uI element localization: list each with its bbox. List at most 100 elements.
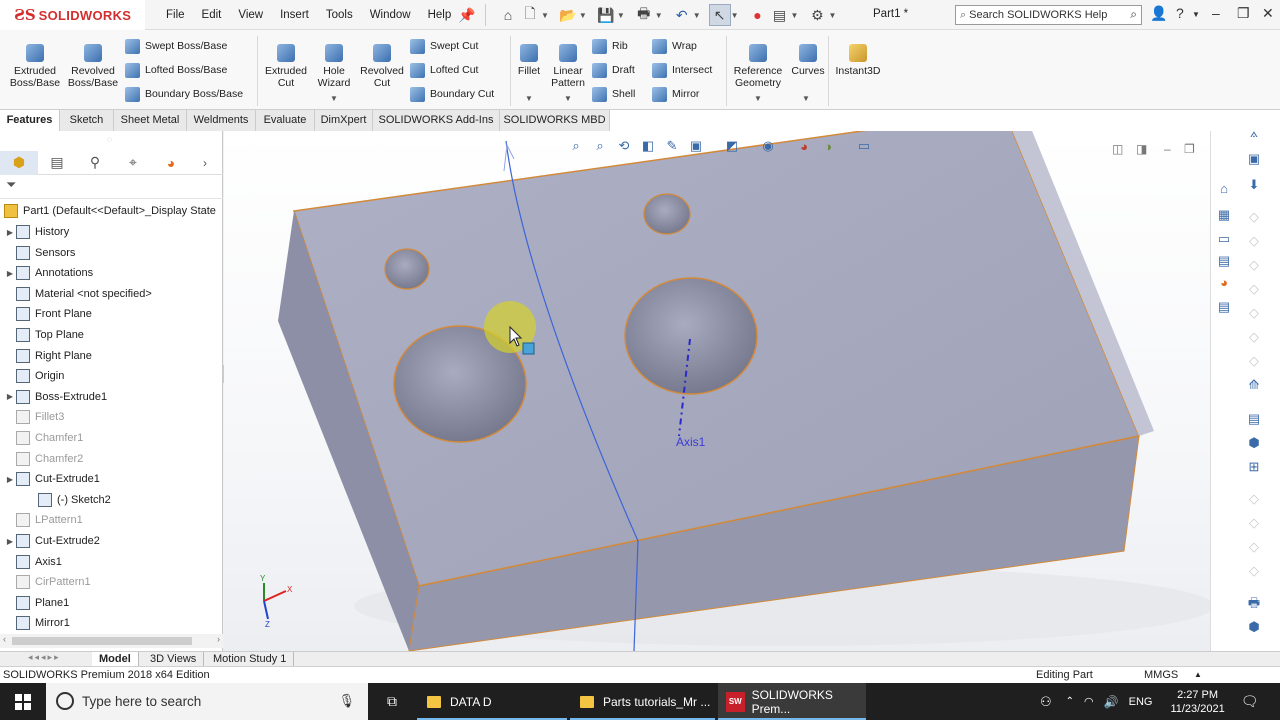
tab-sketch[interactable]: Sketch [60, 110, 114, 131]
user-icon[interactable]: 👤 [1150, 5, 1167, 22]
shortcut-magnet-icon[interactable]: ⟑ [1245, 125, 1263, 141]
file-explorer-icon[interactable]: ▭ [1215, 231, 1233, 247]
view-settings-icon[interactable]: ▭ [852, 138, 876, 154]
zoom-to-area-icon[interactable]: ⌕ [588, 138, 612, 154]
tree-item[interactable]: Material <not specified> [4, 284, 152, 304]
expand-arrow-icon[interactable]: ▶ [4, 475, 16, 484]
search-icon[interactable]: ⌕ [1130, 7, 1137, 22]
units-dropdown-icon[interactable]: ▲ [1194, 667, 1202, 683]
tray-chevron-icon[interactable]: ⌃ [1066, 696, 1074, 707]
undo-icon[interactable]: ↶ [671, 4, 693, 26]
large-hole-right[interactable] [624, 277, 758, 395]
print-dropdown-icon[interactable]: ▼ [655, 11, 663, 20]
menu-view[interactable]: View [238, 9, 263, 21]
section-view-icon[interactable]: ◧ [636, 138, 660, 154]
microphone-icon[interactable]: 🎙 [338, 693, 355, 709]
tree-item[interactable]: LPattern1 [4, 510, 83, 530]
view-orientation-icon[interactable]: ▣ [684, 138, 708, 154]
tree-item[interactable]: ▶ Boss-Extrude1 [4, 387, 107, 407]
shortcut-grid-icon[interactable]: ⊞ [1245, 459, 1263, 475]
shortcut-view-icon[interactable]: ▣ [1245, 151, 1263, 167]
tab-sheet-metal[interactable]: Sheet Metal [114, 110, 187, 131]
tree-root-part[interactable]: Part1 (Default<<Default>_Display State [4, 201, 216, 221]
axis1-label[interactable]: Axis1 [676, 435, 705, 449]
help-icon[interactable]: ? [1176, 5, 1184, 21]
tree-item[interactable]: ▶ Cut-Extrude1 [4, 469, 100, 489]
wrap-button[interactable]: Wrap [652, 36, 697, 56]
scroll-right-icon[interactable]: › [217, 634, 220, 644]
panel-grip-icon[interactable]: ◌ [107, 135, 112, 144]
solidworks-logo[interactable]: ƧS SOLIDWORKS [0, 0, 145, 30]
close-icon[interactable]: ✕ [1262, 5, 1274, 22]
rib-button[interactable]: Rib [592, 36, 628, 56]
custom-properties-icon[interactable]: ▤ [1215, 299, 1233, 315]
tab-dimxpert[interactable]: DimXpert [315, 110, 373, 131]
zoom-to-fit-icon[interactable]: ⌕ [564, 138, 588, 154]
graphics-viewport[interactable]: Y X Z Axis1 ⌕ ⌕ ⟲ ◧ ✎ ▣ ◩ ◉ ◕ ◑ ▭ ◫ ◨ – … [224, 131, 1210, 651]
tree-item[interactable]: Chamfer1 [4, 428, 83, 448]
dimxpert-manager-tab-icon[interactable]: ⌖ [114, 151, 152, 175]
tab-evaluate[interactable]: Evaluate [256, 110, 315, 131]
small-hole-right[interactable] [643, 193, 691, 235]
viewport-tile-right-icon[interactable]: ◨ [1136, 142, 1147, 156]
tree-item[interactable]: ▶ Cut-Extrude2 [4, 531, 100, 551]
curves-dropdown-icon[interactable]: ▼ [802, 94, 810, 103]
intersect-button[interactable]: Intersect [652, 60, 712, 80]
menu-window[interactable]: Window [370, 9, 411, 21]
hole-wizard-dropdown-icon[interactable]: ▼ [330, 94, 338, 103]
tree-item[interactable]: Fillet3 [4, 407, 64, 427]
select-arrow-icon[interactable]: ↖ [708, 4, 731, 26]
lofted-boss-button[interactable]: Lofted Boss/Base [125, 60, 227, 80]
options-dropdown-icon[interactable]: ▼ [828, 11, 836, 20]
new-document-icon[interactable]: 🗋 [519, 4, 541, 26]
tab-features[interactable]: Features [0, 110, 60, 131]
viewport-tile-left-icon[interactable]: ◫ [1112, 142, 1123, 156]
reference-geometry-dropdown-icon[interactable]: ▼ [754, 94, 762, 103]
undo-dropdown-icon[interactable]: ▼ [693, 11, 701, 20]
tab-weldments[interactable]: Weldments [187, 110, 256, 131]
pattern-dropdown-icon[interactable]: ▼ [564, 94, 572, 103]
fillet-dropdown-icon[interactable]: ▼ [525, 94, 533, 103]
swept-cut-button[interactable]: Swept Cut [410, 36, 478, 56]
menu-insert[interactable]: Insert [280, 9, 309, 21]
expand-arrow-icon[interactable]: ▶ [4, 228, 16, 237]
shortcut-feature-icon[interactable]: ▤ [1245, 411, 1263, 427]
new-dropdown-icon[interactable]: ▼ [541, 11, 549, 20]
menu-tools[interactable]: Tools [326, 9, 353, 21]
view-palette-icon[interactable]: ▤ [1215, 253, 1233, 269]
menu-file[interactable]: File [166, 9, 185, 21]
draft-button[interactable]: Draft [592, 60, 635, 80]
shortcut-print-icon[interactable]: 🖶 [1245, 595, 1263, 611]
print-icon[interactable]: 🖶 [633, 4, 655, 26]
open-folder-icon[interactable]: 📂 [557, 4, 579, 26]
configuration-manager-tab-icon[interactable]: ⚲ [76, 151, 114, 175]
extruded-boss-button[interactable]: Extruded Boss/Base [9, 44, 61, 89]
display-style-icon[interactable]: ◩ [720, 138, 744, 154]
viewport-minimize-icon[interactable]: – [1164, 142, 1171, 156]
tab-motion-study[interactable]: Motion Study 1 [206, 652, 295, 666]
tree-item[interactable]: Right Plane [4, 346, 92, 366]
display-manager-tab-icon[interactable]: ◕ [152, 151, 190, 175]
boundary-boss-button[interactable]: Boundary Boss/Base [125, 84, 243, 104]
tree-horizontal-scrollbar[interactable]: ‹ › [0, 634, 223, 648]
lofted-cut-button[interactable]: Lofted Cut [410, 60, 478, 80]
expand-arrow-icon[interactable]: ▶ [4, 392, 16, 401]
tab-scroll-arrows-icon[interactable]: ◂◂◂▸▸ [28, 652, 61, 663]
open-dropdown-icon[interactable]: ▼ [579, 11, 587, 20]
notifications-icon[interactable]: 🗨 [1241, 693, 1259, 710]
language-indicator[interactable]: ENG [1129, 696, 1153, 708]
shortcut-arrow-icon[interactable]: ⬇ [1245, 177, 1263, 193]
wifi-icon[interactable]: ◠ [1084, 695, 1094, 708]
curves-button[interactable]: Curves [782, 44, 834, 77]
tree-item[interactable]: Plane1 [4, 593, 69, 613]
menu-edit[interactable]: Edit [202, 9, 222, 21]
options-gear-icon[interactable]: ⚙ [806, 4, 828, 26]
shell-button[interactable]: Shell [592, 84, 635, 104]
tree-item[interactable]: (-) Sketch2 [26, 490, 111, 510]
mirror-button[interactable]: Mirror [652, 84, 699, 104]
revolved-boss-button[interactable]: Revolved Boss/Base [67, 44, 119, 89]
taskbar-app-solidworks[interactable]: SW SOLIDWORKS Prem... [718, 683, 866, 720]
help-dropdown-icon[interactable]: ▼ [1192, 10, 1200, 19]
instant3d-button[interactable]: Instant3D [832, 44, 884, 77]
tree-item[interactable]: Top Plane [4, 325, 84, 345]
